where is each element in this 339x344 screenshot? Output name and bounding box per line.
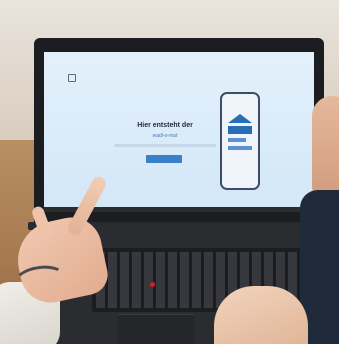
right-hand: [214, 286, 308, 344]
logo-icon: [68, 74, 76, 82]
hero-subline: wadl-o-mat: [152, 133, 178, 139]
phone-mockup: [220, 92, 260, 190]
site-logo: [68, 74, 80, 82]
hero-headline: Hier entsteht der: [137, 122, 193, 129]
laptop-screen: Hier entsteht der wadl-o-mat: [44, 52, 314, 212]
trackpad: [118, 314, 194, 344]
phone-block: [228, 146, 252, 150]
phone-block: [228, 126, 252, 134]
photo-scene: Hier entsteht der wadl-o-mat: [0, 0, 339, 344]
phone-block: [228, 138, 246, 142]
trackpoint: [150, 282, 155, 287]
hero-description-blur: [114, 144, 216, 147]
hero-cta-button: [146, 155, 182, 163]
house-roof-icon: [228, 114, 252, 123]
